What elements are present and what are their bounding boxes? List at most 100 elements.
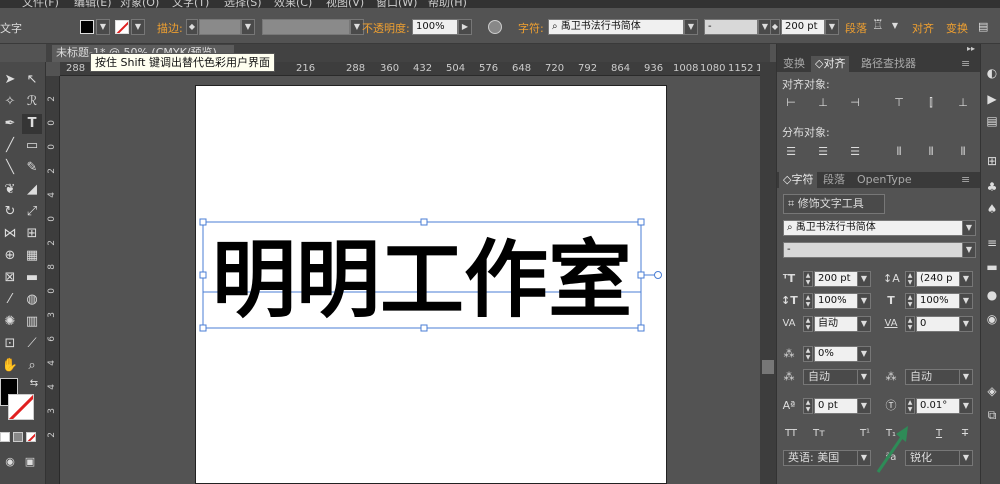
panel-menu-icon[interactable]: ≡: [957, 56, 974, 72]
distribute-hcenter-icon[interactable]: ⫴: [923, 144, 939, 160]
tracking-spinner[interactable]: ▲ ▼: [905, 316, 915, 332]
underline-icon[interactable]: T: [931, 426, 947, 442]
recolor-icon[interactable]: [488, 20, 502, 34]
zoom-tool-icon[interactable]: ⌕: [22, 356, 42, 376]
aki-right-dropdown[interactable]: ▼: [959, 369, 973, 385]
selection-tool-icon[interactable]: ➤: [0, 70, 20, 90]
gradient-panel-icon[interactable]: ▬: [985, 260, 999, 274]
leading-spinner[interactable]: ▲ ▼: [905, 271, 915, 287]
distribute-left-icon[interactable]: ⫴: [891, 144, 907, 160]
color-panel-icon[interactable]: ◐: [985, 66, 999, 80]
baseline-shift-spinner[interactable]: ▲ ▼: [803, 398, 813, 414]
magic-wand-tool-icon[interactable]: ✧: [0, 92, 20, 112]
language-field[interactable]: 英语: 美国: [783, 450, 863, 466]
font-family-dropdown[interactable]: ▼: [684, 19, 698, 35]
pencil-tool-icon[interactable]: ✎: [22, 158, 42, 178]
vertical-scale-field[interactable]: 100%: [814, 293, 858, 309]
kerning-field[interactable]: 自动: [814, 316, 858, 332]
tsume-field[interactable]: 0%: [814, 346, 858, 362]
hand-tool-icon[interactable]: ✋: [0, 356, 20, 376]
fill-swatch[interactable]: [80, 20, 94, 34]
tab-character[interactable]: ◇字符: [779, 172, 818, 188]
kerning-spinner[interactable]: ▲ ▼: [803, 316, 813, 332]
rotate-tool-icon[interactable]: ↻: [0, 202, 20, 222]
menu-edit[interactable]: 编辑(E): [74, 0, 112, 8]
leading-field[interactable]: (240 p: [916, 271, 960, 287]
align-hcenter-icon[interactable]: ⊥: [815, 95, 831, 111]
rectangle-tool-icon[interactable]: ▭: [22, 136, 42, 156]
antialias-dropdown[interactable]: ▼: [959, 450, 973, 466]
stroke-weight-field[interactable]: [199, 19, 241, 35]
stroke-weight-dropdown[interactable]: ▼: [241, 19, 255, 35]
handle-top-center[interactable]: [420, 218, 428, 226]
strikethrough-icon[interactable]: T: [957, 426, 973, 442]
handle-top-right[interactable]: [637, 218, 645, 226]
tab-opentype[interactable]: OpenType: [853, 172, 916, 188]
layers-panel-icon[interactable]: ◈: [985, 384, 999, 398]
font-style-field[interactable]: -: [704, 19, 758, 35]
tab-paragraph[interactable]: 段落: [819, 172, 849, 188]
horizontal-scale-spinner[interactable]: ▲ ▼: [905, 293, 915, 309]
pen-tool-icon[interactable]: ✒: [0, 114, 20, 134]
handle-bottom-left[interactable]: [199, 324, 207, 332]
horizontal-scale-dropdown[interactable]: ▼: [959, 293, 973, 309]
handle-bottom-right[interactable]: [637, 324, 645, 332]
small-caps-icon[interactable]: Tт: [811, 426, 827, 442]
leading-dropdown[interactable]: ▼: [959, 271, 973, 287]
menu-window[interactable]: 窗口(W): [376, 0, 417, 8]
font-size-spinner[interactable]: ▲ ▼: [803, 271, 813, 287]
distribute-right-icon[interactable]: ⫴: [955, 144, 971, 160]
align-label[interactable]: 对齐: [912, 20, 934, 36]
opacity-label[interactable]: 不透明度:: [362, 20, 410, 36]
opacity-field[interactable]: 100%: [412, 19, 458, 35]
align-vcenter-icon[interactable]: ⫿: [923, 95, 939, 111]
none-mode-icon[interactable]: [26, 432, 36, 442]
menu-object[interactable]: 对象(O): [120, 0, 159, 8]
panel-font-style-dropdown[interactable]: ▼: [962, 242, 976, 258]
font-size-dropdown[interactable]: ▼: [825, 19, 839, 35]
character-rotation-field[interactable]: 0.01°: [916, 398, 960, 414]
menu-help[interactable]: 帮助(H): [428, 0, 467, 8]
variable-width-field[interactable]: [262, 19, 350, 35]
column-graph-tool-icon[interactable]: ▥: [22, 312, 42, 332]
shape-builder-tool-icon[interactable]: ⊕: [0, 246, 20, 266]
menu-file[interactable]: 文件(F): [22, 0, 59, 8]
line-tool-icon[interactable]: ╱: [0, 136, 20, 156]
font-family-field[interactable]: ⌕ 禹卫书法行书简体: [548, 19, 684, 35]
perspective-grid-tool-icon[interactable]: ▦: [22, 246, 42, 266]
vertical-scrollbar[interactable]: [760, 62, 776, 484]
vertical-scale-spinner[interactable]: ▲ ▼: [803, 293, 813, 309]
artboards-panel-icon[interactable]: ⧉: [985, 408, 999, 422]
char-label[interactable]: 字符:: [518, 20, 544, 36]
slice-tool-icon[interactable]: ⟋: [22, 334, 42, 354]
menu-effect[interactable]: 效果(C): [274, 0, 312, 8]
eyedropper-tool-icon[interactable]: ⁄: [0, 290, 20, 310]
panel-font-family-field[interactable]: ⌕ 禹卫书法行书简体: [783, 220, 963, 236]
handle-top-left[interactable]: [199, 218, 207, 226]
opacity-dropdown[interactable]: ▶: [458, 19, 472, 35]
aki-left-dropdown[interactable]: ▼: [857, 369, 871, 385]
character-rotation-dropdown[interactable]: ▼: [959, 398, 973, 414]
language-dropdown[interactable]: ▼: [857, 450, 871, 466]
collapse-dock-icon[interactable]: ▸▸: [777, 44, 981, 56]
eraser-tool-icon[interactable]: ◢: [22, 180, 42, 200]
mesh-tool-icon[interactable]: ⊠: [0, 268, 20, 288]
panel-font-style-field[interactable]: -: [783, 242, 963, 258]
brushes-panel-icon[interactable]: ⊞: [985, 154, 999, 168]
warp-icon[interactable]: ♖: [872, 18, 884, 33]
blob-brush-tool-icon[interactable]: ❦: [0, 180, 20, 200]
kerning-dropdown[interactable]: ▼: [857, 316, 871, 332]
direct-selection-tool-icon[interactable]: ↖: [22, 70, 42, 90]
gradient-mode-icon[interactable]: [13, 432, 23, 442]
panel-menu-icon[interactable]: ≡: [957, 172, 974, 188]
gradient-tool-icon[interactable]: ▬: [22, 268, 42, 288]
symbol-sprayer-tool-icon[interactable]: ✺: [0, 312, 20, 332]
symbols-panel-icon[interactable]: ♣: [985, 180, 999, 194]
aki-left-field[interactable]: 自动: [803, 369, 859, 385]
tsume-spinner[interactable]: ▲ ▼: [803, 346, 813, 362]
graphic-styles-icon[interactable]: ♠: [985, 202, 999, 216]
aki-right-field[interactable]: 自动: [905, 369, 961, 385]
horizontal-scale-field[interactable]: 100%: [916, 293, 960, 309]
lasso-tool-icon[interactable]: ℛ: [22, 92, 42, 112]
panel-font-family-dropdown[interactable]: ▼: [962, 220, 976, 236]
